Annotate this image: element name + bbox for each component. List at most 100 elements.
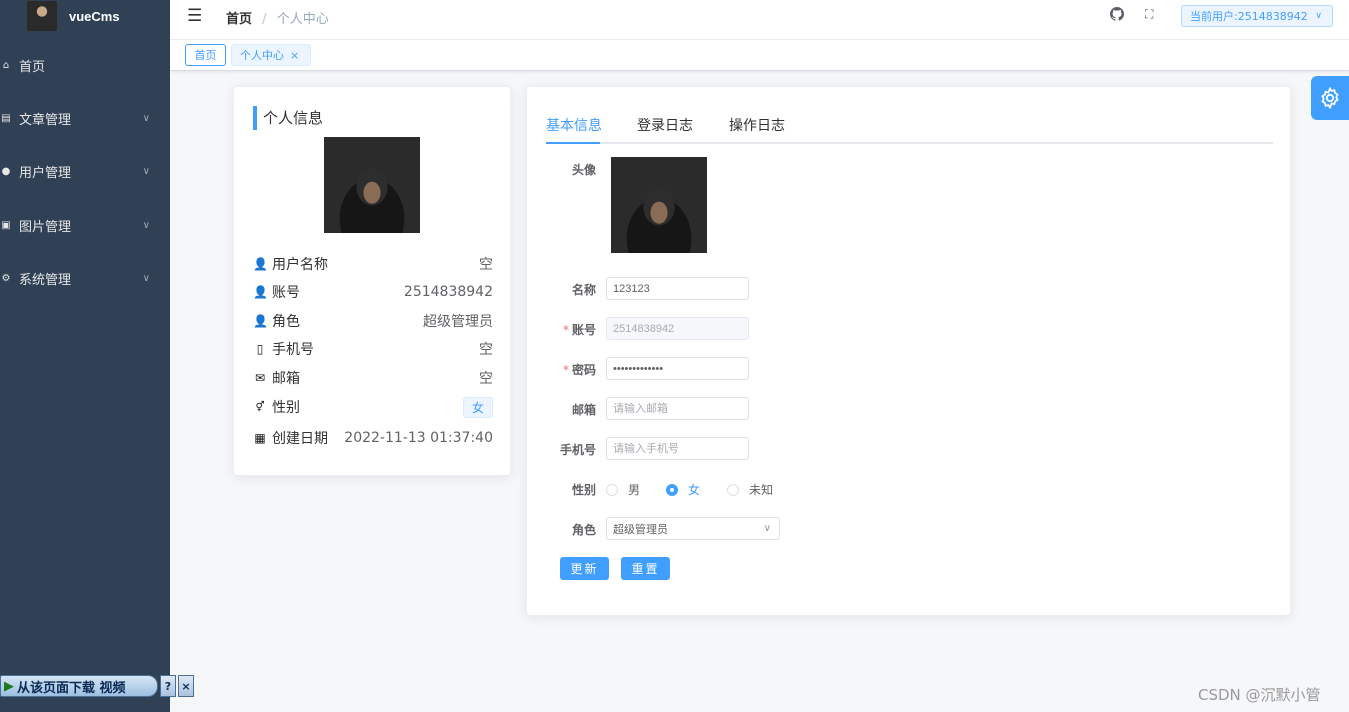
sidebar-item-system[interactable]: ⚙ 系统管理 ∨ xyxy=(0,252,170,305)
info-row-created: ▦ 创建日期 2022-11-13 01:37:40 xyxy=(253,427,493,449)
info-row-username: 👤 用户名称 空 xyxy=(253,253,493,275)
menu-toggle-icon[interactable]: ☰ xyxy=(187,6,202,26)
profile-tabs: 基本信息 登录日志 操作日志 xyxy=(546,115,1273,144)
sidebar: vueCms ⌂ 首页 ▤ 文章管理 ∨ ● 用户管理 ∨ ▣ 图片管理 ∨ ⚙… xyxy=(0,0,170,712)
close-download-bar-button[interactable]: × xyxy=(178,675,194,697)
gender-radio-unknown[interactable]: 未知 xyxy=(727,481,773,498)
home-icon: ⌂ xyxy=(2,60,10,71)
sidebar-item-label: 图片管理 xyxy=(19,220,72,235)
info-label: 邮箱 xyxy=(272,371,300,387)
tag-profile[interactable]: 个人中心 × xyxy=(231,44,311,66)
breadcrumb-home[interactable]: 首页 xyxy=(226,12,252,27)
update-button[interactable]: 更新 xyxy=(560,557,609,580)
breadcrumb-separator: / xyxy=(262,12,267,27)
profile-card-title: 个人信息 xyxy=(253,106,323,130)
chevron-down-icon: ∨ xyxy=(763,523,771,534)
sidebar-item-label: 系统管理 xyxy=(19,273,72,288)
current-user-dropdown[interactable]: 当前用户:2514838942 ∨ xyxy=(1181,5,1333,27)
radio-label: 未知 xyxy=(749,483,774,497)
calendar-icon: ▦ xyxy=(254,431,266,445)
info-row-account: 👤 账号 2514838942 xyxy=(253,281,493,303)
radio-circle xyxy=(606,483,618,496)
sidebar-item-home[interactable]: ⌂ 首页 xyxy=(0,39,170,92)
breadcrumb: 首页 / 个人中心 xyxy=(226,8,329,27)
sidebar-item-label: 文章管理 xyxy=(19,113,72,128)
sidebar-item-users[interactable]: ● 用户管理 ∨ xyxy=(0,145,170,198)
profile-info-card: 个人信息 👤 用户名称 空 👤 账号 2514838942 👤 角色 超级管理员… xyxy=(233,86,511,476)
info-value: 空 xyxy=(479,371,493,387)
info-value: 空 xyxy=(479,257,493,273)
close-icon[interactable]: × xyxy=(290,49,299,62)
fullscreen-icon[interactable]: ⛶ xyxy=(1145,7,1153,22)
help-button[interactable]: ? xyxy=(160,675,176,697)
chevron-down-icon: ∨ xyxy=(142,220,150,231)
mail-icon: ✉ xyxy=(254,371,266,385)
info-row-phone: ▯ 手机号 空 xyxy=(253,338,493,360)
download-video-bar: ▶ 从该页面下载 视频 ? × xyxy=(0,675,194,697)
tab-basic-info[interactable]: 基本信息 xyxy=(546,115,602,135)
role-select-value: 超级管理员 xyxy=(613,522,668,536)
role-select[interactable]: 超级管理员 ∨ xyxy=(606,517,780,540)
radio-label: 男 xyxy=(628,483,641,497)
radio-circle xyxy=(727,483,739,496)
settings-panel-button[interactable] xyxy=(1311,76,1349,120)
tab-login-log[interactable]: 登录日志 xyxy=(637,115,693,135)
gear-icon: ⚙ xyxy=(1,273,11,284)
phone-input[interactable] xyxy=(606,437,749,460)
name-label: 名称 xyxy=(571,283,596,297)
tag-home[interactable]: 首页 xyxy=(185,44,226,66)
role-label: 角色 xyxy=(571,523,596,537)
gender-tag: 女 xyxy=(462,396,493,418)
breadcrumb-current: 个人中心 xyxy=(276,12,329,27)
info-row-role: 👤 角色 超级管理员 xyxy=(253,310,493,332)
info-row-email: ✉ 邮箱 空 xyxy=(253,367,493,389)
play-icon: ▶ xyxy=(4,678,14,694)
reset-button[interactable]: 重置 xyxy=(621,557,670,580)
gender-label: 性别 xyxy=(571,483,596,497)
logo-area[interactable]: vueCms xyxy=(0,0,170,32)
sidebar-item-pictures[interactable]: ▣ 图片管理 ∨ xyxy=(0,199,170,252)
info-row-gender: ⚥ 性别 女 xyxy=(253,396,493,418)
logo-avatar xyxy=(27,1,57,31)
email-input[interactable] xyxy=(606,397,749,420)
gender-radio-male[interactable]: 男 xyxy=(606,481,640,498)
app-title: vueCms xyxy=(69,8,120,24)
profile-edit-card: 基本信息 登录日志 操作日志 头像 名称 *账号 *密码 邮箱 手机号 性别 男… xyxy=(526,86,1291,616)
info-label: 创建日期 xyxy=(272,431,328,447)
radio-circle xyxy=(666,483,678,496)
user-icon: 👤 xyxy=(253,314,268,328)
current-user-label: 当前用户:2514838942 xyxy=(1190,10,1308,23)
avatar-label: 头像 xyxy=(571,163,596,177)
sidebar-item-articles[interactable]: ▤ 文章管理 ∨ xyxy=(0,92,170,145)
name-input[interactable] xyxy=(606,277,749,300)
phone-label: 手机号 xyxy=(559,443,596,457)
password-input[interactable] xyxy=(606,357,749,380)
download-video-label: 从该页面下载 视频 xyxy=(17,680,126,696)
info-value: 空 xyxy=(479,342,493,358)
info-label: 用户名称 xyxy=(272,257,328,273)
info-label: 角色 xyxy=(272,314,300,330)
download-video-button[interactable]: ▶ 从该页面下载 视频 xyxy=(0,675,158,697)
active-tab-indicator xyxy=(546,142,600,144)
gender-icon: ⚥ xyxy=(255,401,265,413)
info-label: 账号 xyxy=(272,285,300,301)
document-icon: ▤ xyxy=(1,113,11,124)
picture-icon: ▣ xyxy=(1,220,11,231)
gear-icon xyxy=(1321,86,1339,110)
tab-operation-log[interactable]: 操作日志 xyxy=(729,115,785,135)
gender-radio-female[interactable]: 女 xyxy=(666,481,700,498)
chevron-down-icon: ∨ xyxy=(1315,11,1322,21)
info-value: 2514838942 xyxy=(403,284,493,300)
github-icon[interactable] xyxy=(1110,7,1124,25)
avatar-upload[interactable] xyxy=(611,157,707,253)
email-label: 邮箱 xyxy=(571,403,596,417)
chevron-down-icon: ∨ xyxy=(142,166,150,177)
account-input xyxy=(606,317,749,340)
info-value: 2022-11-13 01:37:40 xyxy=(344,430,493,446)
phone-icon: ▯ xyxy=(256,342,264,356)
chevron-down-icon: ∨ xyxy=(142,113,150,124)
user-icon: 👤 xyxy=(253,285,268,299)
password-label: * 密码 xyxy=(562,363,596,377)
info-label: 性别 xyxy=(272,400,300,416)
top-header: ☰ 首页 / 个人中心 ⛶ 当前用户:2514838942 ∨ xyxy=(170,0,1349,40)
